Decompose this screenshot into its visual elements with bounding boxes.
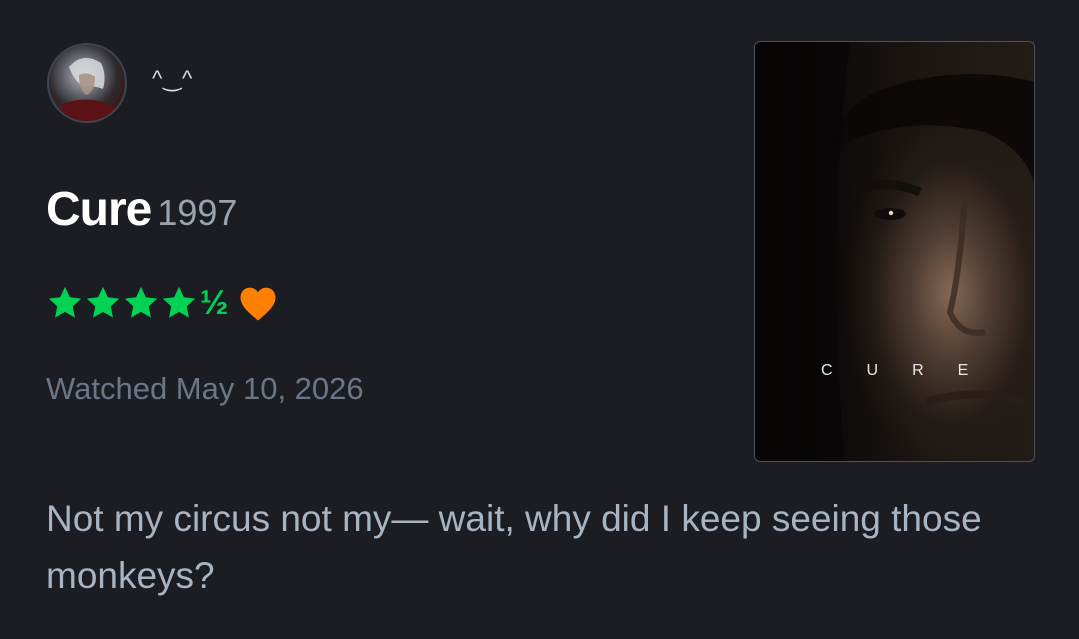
film-poster[interactable]: CURE	[754, 41, 1035, 462]
star-icon	[162, 286, 196, 318]
poster-title: CURE	[821, 362, 1003, 379]
poster-image	[755, 42, 1034, 461]
film-heading: Cure 1997	[46, 182, 237, 237]
avatar[interactable]	[47, 43, 127, 123]
film-year[interactable]: 1997	[157, 192, 237, 233]
heart-icon	[240, 287, 276, 321]
star-icon	[86, 286, 120, 318]
avatar-image	[61, 57, 115, 121]
star-icon	[48, 286, 82, 318]
rating: ½	[46, 283, 278, 323]
review-text: Not my circus not my— wait, why did I ke…	[46, 498, 982, 596]
film-title[interactable]: Cure	[46, 183, 152, 236]
watched-date: Watched May 10, 2026	[46, 371, 364, 406]
star-icon	[124, 286, 158, 318]
username[interactable]: ^‿^	[152, 66, 193, 92]
half-star-icon: ½	[200, 284, 229, 322]
